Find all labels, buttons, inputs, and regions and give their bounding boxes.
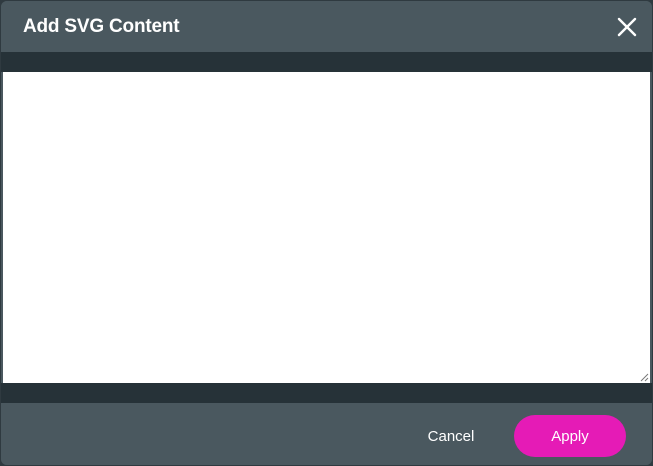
apply-button[interactable]: Apply (514, 415, 626, 457)
resize-handle-icon[interactable] (640, 373, 649, 382)
close-button[interactable] (616, 16, 638, 38)
cancel-button[interactable]: Cancel (408, 415, 494, 457)
dialog-header: Add SVG Content (1, 1, 652, 52)
svg-content-textarea[interactable] (3, 72, 650, 383)
svg-editor-container (3, 72, 650, 383)
close-icon (617, 17, 637, 37)
dialog-title: Add SVG Content (23, 16, 180, 37)
footer-divider-band (1, 383, 652, 403)
add-svg-dialog: Add SVG Content Cancel Apply (1, 1, 652, 465)
header-divider-band (1, 52, 652, 72)
dialog-footer: Cancel Apply (1, 403, 652, 465)
